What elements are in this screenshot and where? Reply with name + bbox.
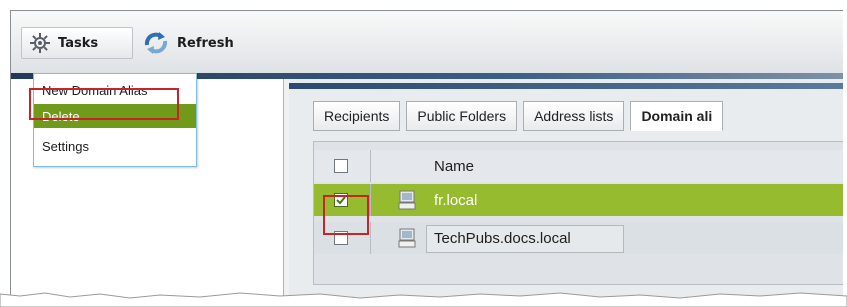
table-row[interactable]: fr.local <box>314 184 843 216</box>
tab-public-folders[interactable]: Public Folders <box>406 101 518 131</box>
row-name: fr.local <box>434 191 478 209</box>
tab-domain-aliases[interactable]: Domain ali <box>630 101 724 131</box>
menu-item-new-domain-alias[interactable]: New Domain Alias <box>34 78 196 102</box>
menu-item-delete[interactable]: Delete <box>34 104 196 128</box>
refresh-button[interactable]: Refresh <box>141 27 234 59</box>
tasks-label: Tasks <box>58 35 99 51</box>
column-separator <box>370 184 371 216</box>
checkmark-icon <box>336 196 346 205</box>
domain-icon <box>398 228 416 248</box>
menu-item-settings[interactable]: Settings <box>34 134 196 158</box>
torn-edge-decoration <box>0 292 847 307</box>
tasks-button[interactable]: Tasks <box>21 27 133 59</box>
toolbar: Tasks Refresh <box>11 11 843 74</box>
column-header-name[interactable]: Name <box>434 158 474 175</box>
column-separator <box>370 222 371 254</box>
column-separator <box>370 150 371 182</box>
content-header-band <box>289 83 843 89</box>
select-all-checkbox[interactable] <box>334 159 348 173</box>
tasks-dropdown-menu: New Domain Alias Delete Settings <box>33 73 197 167</box>
domain-alias-grid: Name fr.local TechPubs.docs.local <box>313 141 843 285</box>
app-window: Tasks Refresh Recipients Public Folders … <box>10 10 843 304</box>
refresh-label: Refresh <box>177 35 234 51</box>
refresh-icon <box>144 32 168 54</box>
gear-icon <box>30 33 50 53</box>
grid-header-row: Name <box>314 150 843 182</box>
tab-recipients[interactable]: Recipients <box>313 101 401 131</box>
domain-icon <box>398 190 416 210</box>
table-row[interactable]: TechPubs.docs.local <box>314 222 843 254</box>
tab-address-lists[interactable]: Address lists <box>523 101 625 131</box>
row-checkbox-checked[interactable] <box>334 193 348 207</box>
main-content: Recipients Public Folders Address lists … <box>289 79 843 303</box>
row-name: TechPubs.docs.local <box>434 229 571 247</box>
tab-bar: Recipients Public Folders Address lists … <box>313 101 724 131</box>
row-checkbox[interactable] <box>334 231 348 245</box>
